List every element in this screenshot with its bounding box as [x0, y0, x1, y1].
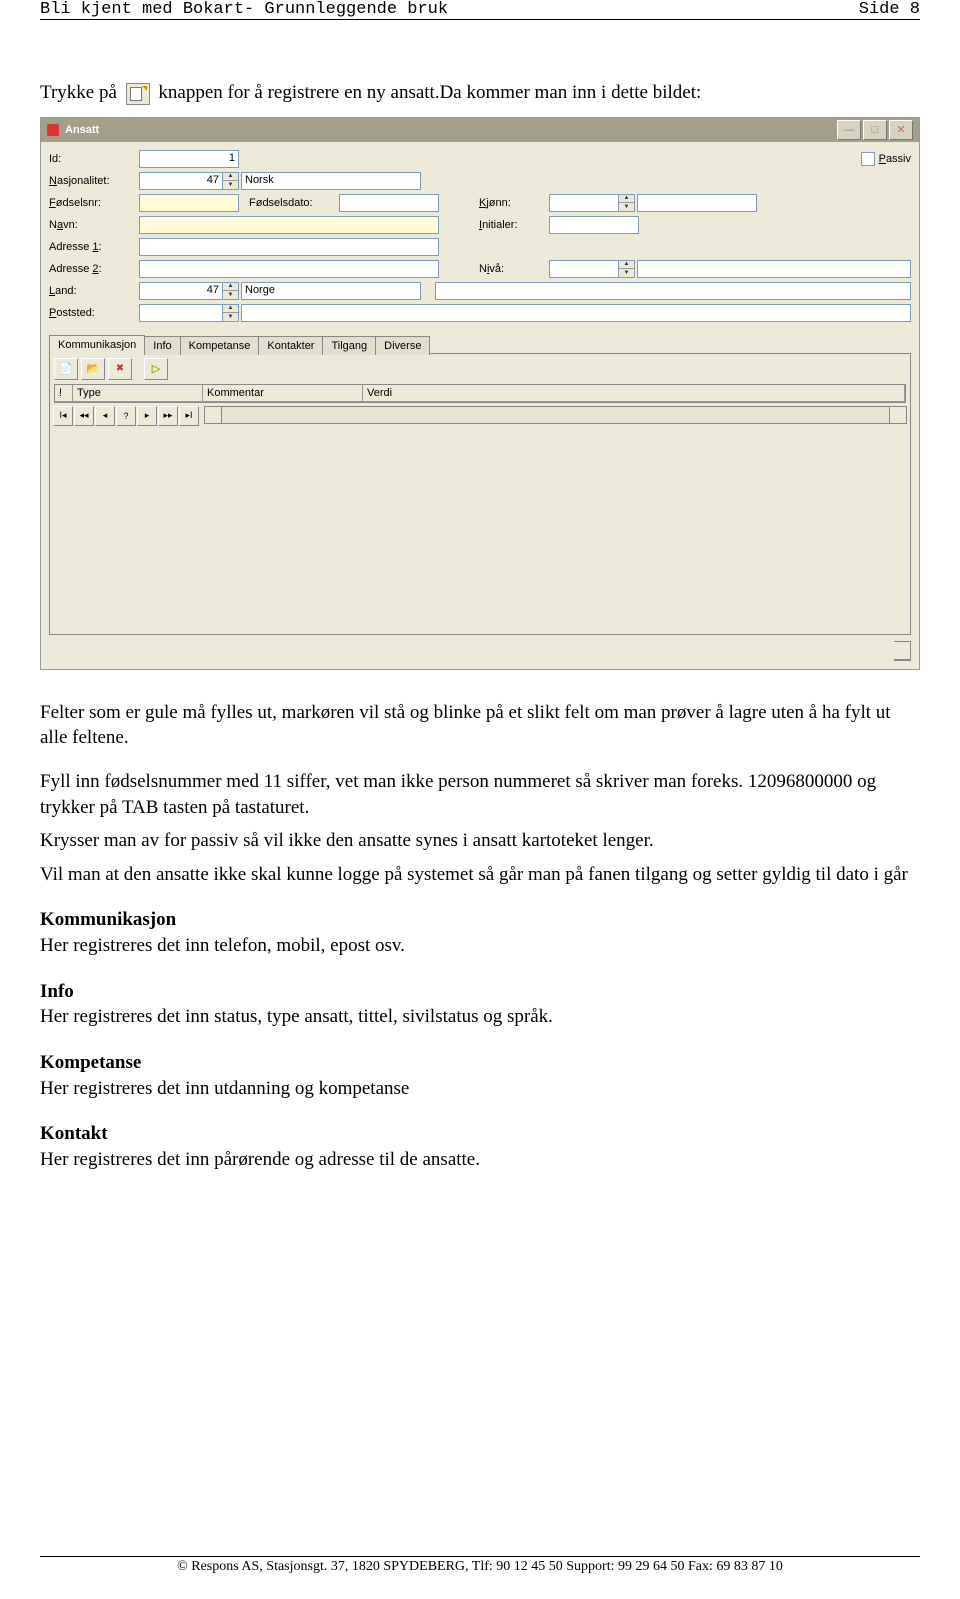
nav-next[interactable]: ▸: [137, 406, 157, 426]
para-4: Vil man at den ansatte ikke skal kunne l…: [40, 862, 920, 888]
delete-button[interactable]: [108, 358, 132, 380]
nasj-code[interactable]: 47: [139, 172, 223, 190]
adr1-field[interactable]: [139, 238, 439, 256]
kjonn-text[interactable]: [637, 194, 757, 212]
scroll-left-icon[interactable]: [205, 407, 222, 423]
label-passiv-rest: assiv: [886, 153, 911, 165]
grid: ! Type Kommentar Verdi: [54, 384, 906, 403]
nav-nextpage[interactable]: ▸▸: [158, 406, 178, 426]
nav-query[interactable]: ?: [116, 406, 136, 426]
para-3: Krysser man av for passiv så vil ikke de…: [40, 828, 920, 854]
kjonn-code[interactable]: [549, 194, 619, 212]
adr2-field[interactable]: [139, 260, 439, 278]
tab-kommunikasjon[interactable]: Kommunikasjon: [49, 335, 145, 354]
nav-last[interactable]: ▸I: [179, 406, 199, 426]
label-post: Poststed:: [49, 307, 139, 319]
tab-kompetanse[interactable]: Kompetanse: [180, 336, 260, 355]
post-spinner[interactable]: ▲▼: [223, 304, 239, 322]
init-field[interactable]: [549, 216, 639, 234]
nasj-text[interactable]: Norsk: [241, 172, 421, 190]
id-field[interactable]: 1: [139, 150, 239, 168]
heading-info: Info: [40, 979, 920, 1005]
label-adr1: Adresse 1:: [49, 241, 139, 253]
new-file-icon: [126, 83, 150, 105]
heading-kompetanse: Kompetanse: [40, 1050, 920, 1076]
tab-tilgang[interactable]: Tilgang: [322, 336, 376, 355]
record-navigator: I◂ ◂◂ ◂ ? ▸ ▸▸ ▸I: [50, 403, 910, 429]
app-icon: [47, 124, 59, 136]
col-verdi[interactable]: Verdi: [363, 385, 905, 401]
land-text[interactable]: Norge: [241, 282, 421, 300]
intro-paragraph: Trykke på knappen for å registrere en ny…: [40, 80, 920, 107]
label-adr2: Adresse 2:: [49, 263, 139, 275]
window-title: Ansatt: [65, 118, 835, 142]
minimize-button[interactable]: —: [837, 120, 861, 140]
col-kommentar[interactable]: Kommentar: [203, 385, 363, 401]
fnr-field[interactable]: [139, 194, 239, 212]
col-bang[interactable]: !: [55, 385, 73, 401]
para-2: Fyll inn fødselsnummer med 11 siffer, ve…: [40, 769, 920, 820]
new-row-button[interactable]: [54, 358, 78, 380]
corner-scroll: [894, 641, 911, 661]
passiv-checkbox[interactable]: [861, 152, 875, 166]
label-fnr: Fødselsnr:: [49, 197, 139, 209]
label-fdato: Fødselsdato:: [239, 197, 339, 209]
intro-text-2: knappen for å registrere en ny ansatt.Da…: [158, 82, 701, 103]
label-kjonn: Kjønn:: [439, 197, 549, 209]
page-header: Bli kjent med Bokart- Grunnleggende bruk…: [40, 0, 920, 20]
titlebar[interactable]: Ansatt — □ ✕: [41, 118, 919, 142]
nav-prev[interactable]: ◂: [95, 406, 115, 426]
post-code[interactable]: [139, 304, 223, 322]
run-button[interactable]: [144, 358, 168, 380]
label-id: Id:: [49, 153, 139, 165]
label-navn: Navn:: [49, 219, 139, 231]
heading-kommunikasjon: Kommunikasjon: [40, 907, 920, 933]
land-code[interactable]: 47: [139, 282, 223, 300]
document-body: Felter som er gule må fylles ut, markøre…: [40, 700, 920, 1173]
land-extra[interactable]: [435, 282, 911, 300]
navn-field[interactable]: [139, 216, 439, 234]
nav-first[interactable]: I◂: [53, 406, 73, 426]
niva-code[interactable]: [549, 260, 619, 278]
tabstrip: Kommunikasjon Info Kompetanse Kontakter …: [49, 334, 911, 353]
label-passiv: Passiv: [879, 153, 911, 165]
label-land: Land:: [49, 285, 139, 297]
para-5: Her registreres det inn telefon, mobil, …: [40, 933, 920, 959]
tab-info[interactable]: Info: [144, 336, 180, 355]
para-8: Her registreres det inn pårørende og adr…: [40, 1147, 920, 1173]
col-type[interactable]: Type: [73, 385, 203, 401]
header-page: Side 8: [859, 0, 920, 19]
label-nasj: Nasjonalitet:: [49, 175, 139, 187]
scroll-up-icon[interactable]: [894, 642, 910, 660]
tab-diverse[interactable]: Diverse: [375, 336, 430, 355]
para-1: Felter som er gule må fylles ut, markøre…: [40, 700, 920, 751]
para-6: Her registreres det inn status, type ans…: [40, 1004, 920, 1030]
fdato-field[interactable]: [339, 194, 439, 212]
label-niva: Nivå:: [439, 263, 549, 275]
scroll-right-icon[interactable]: [889, 407, 906, 423]
grid-header: ! Type Kommentar Verdi: [55, 385, 905, 402]
maximize-button[interactable]: □: [863, 120, 887, 140]
close-button[interactable]: ✕: [889, 120, 913, 140]
nasj-spinner[interactable]: ▲▼: [223, 172, 239, 190]
label-init: Initialer:: [439, 219, 549, 231]
page-footer: © Respons AS, Stasjonsgt. 37, 1820 SPYDE…: [40, 1556, 920, 1575]
para-7: Her registreres det inn utdanning og kom…: [40, 1076, 920, 1102]
land-spinner[interactable]: ▲▼: [223, 282, 239, 300]
heading-kontakt: Kontakt: [40, 1121, 920, 1147]
niva-spinner[interactable]: ▲▼: [619, 260, 635, 278]
kjonn-spinner[interactable]: ▲▼: [619, 194, 635, 212]
header-title: Bli kjent med Bokart- Grunnleggende bruk: [40, 0, 859, 19]
tab-kontakter[interactable]: Kontakter: [258, 336, 323, 355]
open-button[interactable]: [81, 358, 105, 380]
ansatt-window: Ansatt — □ ✕ Id: 1 Passiv Nasjonalitet: …: [40, 117, 920, 670]
tab-body: ! Type Kommentar Verdi I◂ ◂◂ ◂ ? ▸ ▸▸: [49, 353, 911, 635]
grid-toolbar: [50, 354, 910, 384]
niva-text[interactable]: [637, 260, 911, 278]
h-scrollbar[interactable]: [204, 406, 907, 424]
intro-text-1: Trykke på: [40, 82, 122, 103]
nav-prevpage[interactable]: ◂◂: [74, 406, 94, 426]
post-text[interactable]: [241, 304, 911, 322]
